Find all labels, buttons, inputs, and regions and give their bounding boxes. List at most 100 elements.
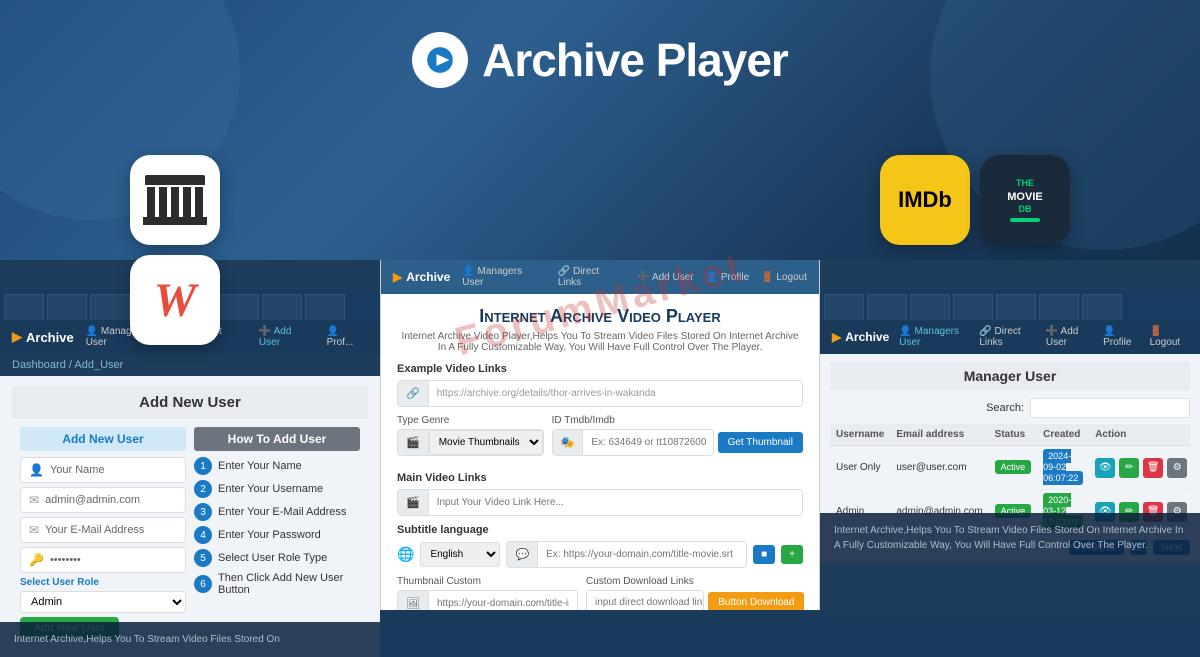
header: Archive Player xyxy=(0,0,1200,120)
col-created: Created xyxy=(1037,424,1089,446)
wattpad-app-icon[interactable]: W xyxy=(130,255,220,345)
imdb-app-icon[interactable]: IMDb xyxy=(880,155,970,245)
step-num-6: 6 xyxy=(194,575,212,593)
left-form-col: Add New User 👤 Your Name ✉ admin@admin.c… xyxy=(20,427,186,639)
flag-icon: 🌐 xyxy=(397,546,414,563)
subtitle-input[interactable] xyxy=(538,543,746,566)
subtitle-btn-blue[interactable]: ■ xyxy=(753,545,775,564)
wattpad-letter: W xyxy=(154,273,197,328)
video-input[interactable] xyxy=(429,491,802,514)
center-nav-logout[interactable]: 🚪 Logout xyxy=(761,272,807,283)
video-links-header: Main Video Links xyxy=(397,472,803,484)
row1-status: Active xyxy=(989,446,1038,490)
center-nav-direct[interactable]: 🔗 Direct Links xyxy=(558,266,625,288)
search-input[interactable] xyxy=(1030,398,1190,418)
search-label: Search: xyxy=(986,402,1024,414)
center-nav-profile[interactable]: 👤 Profile xyxy=(706,272,750,283)
at-icon: ✉ xyxy=(29,493,39,507)
row1-delete-icon[interactable]: 🗑 xyxy=(1143,458,1163,478)
lang-row: 🌐 English 💬 ■ + xyxy=(397,541,803,568)
username-field[interactable]: ✉ admin@admin.com xyxy=(20,487,186,513)
right-nav-direct[interactable]: 🔗 Direct Links xyxy=(979,326,1036,348)
right-howto-col: How To Add User 1 Enter Your Name 2 Ente… xyxy=(194,427,360,639)
thumb-input[interactable] xyxy=(429,592,577,610)
left-two-col: Add New User 👤 Your Name ✉ admin@admin.c… xyxy=(12,419,368,647)
center-subtitle: Internet Archive Video Player,Helps You … xyxy=(397,331,803,353)
tmdb-line1: THE xyxy=(1016,178,1034,190)
tmdb-app-icon[interactable]: THE MOVIE DB xyxy=(980,155,1070,245)
left-panel-body: Add New User Add New User 👤 Your Name ✉ xyxy=(0,376,380,657)
right-nav-logout[interactable]: 🚪 Logout xyxy=(1150,326,1188,348)
manager-title: Manager User xyxy=(830,362,1190,390)
row1-edit-icon[interactable]: ✏ xyxy=(1119,458,1139,478)
center-title: Internet Archive Video Player xyxy=(397,306,803,327)
download-col: Custom Download Links Button Download xyxy=(586,576,804,610)
role-select-label: Select User Role xyxy=(20,577,186,588)
imdb-label: IMDb xyxy=(898,187,952,213)
arch-base xyxy=(143,217,207,225)
step-3: 3 Enter Your E-Mail Address xyxy=(194,503,360,521)
row1-view-icon[interactable]: 👁 xyxy=(1095,458,1115,478)
type-genre-col: Type Genre 🎬 Movie Thumbnails xyxy=(397,415,544,464)
id-icon: 🎭 xyxy=(553,430,584,455)
right-brand: ▶ Archive xyxy=(832,330,889,344)
btn-download[interactable]: Button Download xyxy=(708,592,804,610)
subtitle-lang-header: Subtitle language xyxy=(397,524,803,536)
link-icon: 🔗 xyxy=(398,381,429,406)
row1-key-icon[interactable]: ⚙ xyxy=(1167,458,1187,478)
type-id-row: Type Genre 🎬 Movie Thumbnails ID Tmdb/Im… xyxy=(397,415,803,464)
center-nav-adduser[interactable]: ➕ Add User xyxy=(637,272,693,283)
example-url-group: 🔗 xyxy=(397,380,803,407)
arch-col-2 xyxy=(159,187,167,217)
email-field[interactable]: ✉ Your E-Mail Address xyxy=(20,517,186,543)
left-nav-profile[interactable]: 👤 Prof... xyxy=(327,326,368,348)
row1-action: 👁 ✏ 🗑 ⚙ xyxy=(1089,446,1190,490)
download-input[interactable] xyxy=(587,591,704,610)
subtitle-btn-green[interactable]: + xyxy=(781,545,803,564)
add-new-user-section-label: Add New User xyxy=(20,427,186,451)
left-nav-adduser[interactable]: ➕ Add User xyxy=(259,326,315,348)
arch-col-3 xyxy=(171,187,179,217)
subtitle-icon: 💬 xyxy=(507,542,538,567)
example-links-header: Example Video Links xyxy=(397,363,803,375)
lang-select[interactable]: English xyxy=(420,542,500,567)
thumb-col: Thumbnail Custom 🖼 xyxy=(397,576,578,610)
arch-col-4 xyxy=(183,187,191,217)
type-genre-label: Type Genre xyxy=(397,415,544,426)
type-genre-select[interactable]: Movie Thumbnails xyxy=(429,430,543,455)
center-nav-managers[interactable]: 👤 Managers User xyxy=(462,266,546,288)
thumb-label: Thumbnail Custom xyxy=(397,576,578,587)
example-url-input[interactable] xyxy=(429,382,802,405)
tmdb-line2: MOVIE xyxy=(1007,190,1042,204)
center-body: Internet Archive Video Player Internet A… xyxy=(381,294,819,610)
email-icon: ✉ xyxy=(29,523,39,537)
right-nav-adduser[interactable]: ➕ Add User xyxy=(1046,326,1093,348)
name-field[interactable]: 👤 Your Name xyxy=(20,457,186,483)
step-num-1: 1 xyxy=(194,457,212,475)
arch-col-5 xyxy=(195,187,203,217)
movie-icon: 🎬 xyxy=(398,430,429,455)
thumb-download-row: Thumbnail Custom 🖼 Custom Download Links… xyxy=(397,576,803,610)
center-brand: ▶ Archive xyxy=(393,270,450,284)
lock-icon: 🔑 xyxy=(29,553,44,567)
row1-username: User Only xyxy=(830,446,890,490)
step-num-4: 4 xyxy=(194,526,212,544)
archive-app-icon[interactable] xyxy=(130,155,220,245)
right-bottom-text-panel: Internet Archive,Helps You To Stream Vid… xyxy=(820,513,1200,563)
id-tmdb-input[interactable] xyxy=(583,431,713,454)
left-brand: ▶ Archive xyxy=(12,329,74,345)
password-field[interactable]: 🔑 •••••••• xyxy=(20,547,186,573)
right-nav: ▶ Archive 👤 Managers User 🔗 Direct Links… xyxy=(820,320,1200,354)
logo-icon xyxy=(412,32,468,88)
right-bottom-text: Internet Archive,Helps You To Stream Vid… xyxy=(834,523,1186,553)
get-thumbnail-button[interactable]: Get Thumbnail xyxy=(718,432,803,453)
center-panel: ▶ Archive 👤 Managers User 🔗 Direct Links… xyxy=(380,260,820,610)
step-1: 1 Enter Your Name xyxy=(194,457,360,475)
row1-status-badge: Active xyxy=(995,460,1032,474)
how-to-label: How To Add User xyxy=(194,427,360,451)
left-breadcrumb: Dashboard / Add_User xyxy=(0,354,380,376)
right-nav-managers[interactable]: 👤 Managers User xyxy=(899,326,969,348)
right-nav-profile[interactable]: 👤 Profile xyxy=(1103,326,1140,348)
left-bottom-text: Internet Archive,Helps You To Stream Vid… xyxy=(14,632,366,647)
logo-area: Archive Player xyxy=(412,32,788,88)
